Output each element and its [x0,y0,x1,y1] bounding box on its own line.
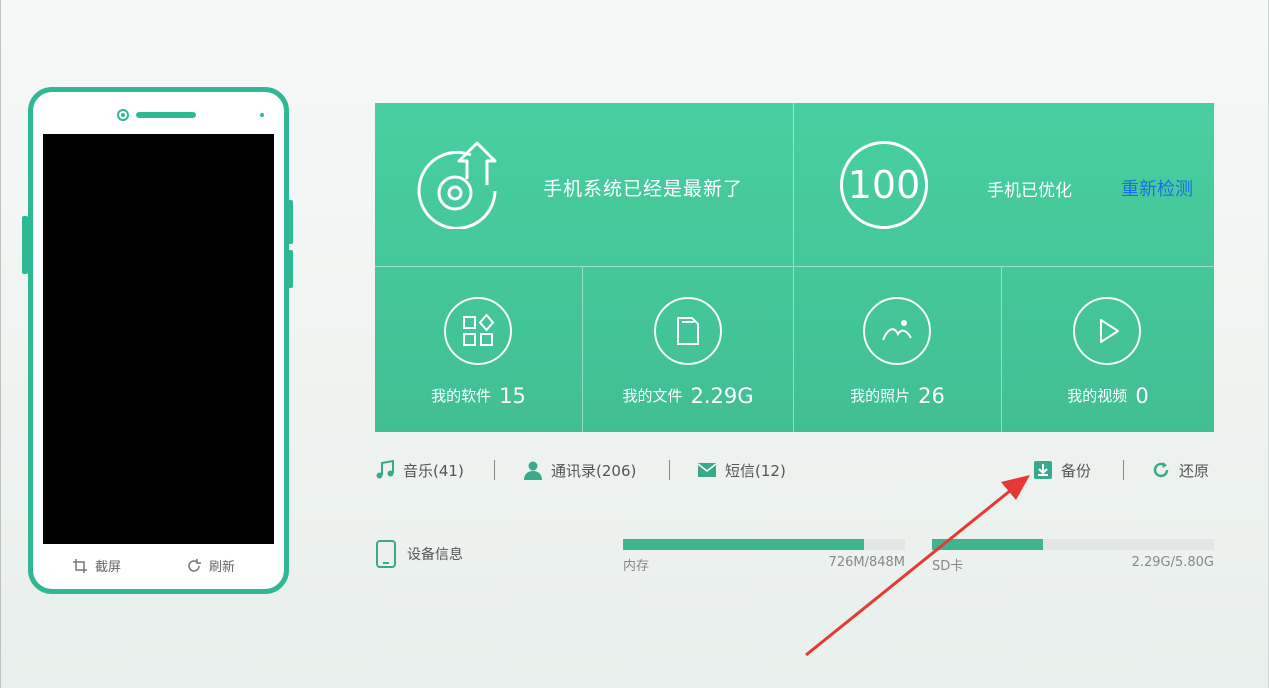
my-apps-count: 15 [499,384,526,408]
backup-icon [1034,461,1052,479]
restore-button[interactable]: 还原 [1151,456,1209,484]
contacts-button[interactable]: 通讯录(206) [523,456,636,484]
data-toolbar: 音乐(41) 通讯录(206) 短信(12) 备份 还原 [375,456,1215,484]
device-info[interactable]: 设备信息 [375,540,463,568]
my-videos-count: 0 [1135,384,1149,408]
status-panel: 手机系统已经是最新了 100 手机已优化 重新检测 我的软件 15 我的文件 2.2… [375,103,1214,432]
phone-icon [376,540,396,568]
photos-icon [863,297,931,365]
refresh-label: 刷新 [209,560,236,575]
phone-sensor [260,113,264,117]
restore-label: 还原 [1179,461,1210,480]
refresh-button[interactable]: 刷新 [187,556,235,575]
system-update-icon [417,141,497,229]
sd-value: 2.29G/5.80G [1131,555,1214,570]
my-videos-tile[interactable]: 我的视频 0 [1002,267,1214,432]
my-photos-label: 我的照片 26 [850,384,945,408]
sms-label: 短信(12) [725,461,786,480]
files-icon [654,297,722,365]
contact-icon [524,461,542,480]
screenshot-button[interactable]: 截屏 [73,556,121,575]
my-apps-tile[interactable]: 我的软件 15 [375,267,583,432]
music-label: 音乐(41) [403,461,464,480]
mail-icon [697,463,717,477]
my-apps-label: 我的软件 15 [431,384,526,408]
optimized-text: 手机已优化 [987,181,1072,201]
memory-bar-fill [623,539,865,550]
video-icon [1073,297,1141,365]
device-info-label: 设备信息 [407,547,463,563]
system-status-text: 手机系统已经是最新了 [543,178,744,200]
divider [1123,460,1124,480]
phone-speaker [136,112,196,118]
contacts-label: 通讯录(206) [551,461,637,480]
memory-value: 726M/848M [828,555,905,570]
memory-label: 内存 [623,559,650,574]
sd-bar-fill [932,539,1044,550]
divider [494,460,495,480]
screenshot-label: 截屏 [95,560,122,575]
backup-button[interactable]: 备份 [1033,456,1091,484]
my-videos-label: 我的视频 0 [1067,384,1149,408]
system-update-tile[interactable]: 手机系统已经是最新了 [375,103,794,267]
my-files-label: 我的文件 2.29G [622,384,754,408]
phone-preview: 截屏 刷新 [28,87,289,594]
crop-icon [73,558,87,573]
phone-screen [43,134,274,544]
apps-icon [444,297,512,365]
refresh-icon [188,558,201,572]
music-button[interactable]: 音乐(41) [375,456,464,484]
recheck-link[interactable]: 重新检测 [1121,175,1193,201]
phone-camera [117,109,129,121]
health-score: 100 [840,141,928,229]
backup-label: 备份 [1061,461,1092,480]
sd-label: SD卡 [932,559,964,574]
sd-usage: SD卡 2.29G/5.80G [932,539,1214,574]
my-files-size: 2.29G [690,384,754,408]
sms-button[interactable]: 短信(12) [697,456,786,484]
my-photos-tile[interactable]: 我的照片 26 [794,267,1002,432]
my-photos-count: 26 [918,384,945,408]
restore-icon [1153,462,1169,478]
memory-usage: 内存 726M/848M [623,539,905,574]
divider [669,460,670,480]
music-icon [376,460,394,479]
my-files-tile[interactable]: 我的文件 2.29G [583,267,794,432]
optimization-tile: 100 手机已优化 重新检测 [794,103,1214,267]
